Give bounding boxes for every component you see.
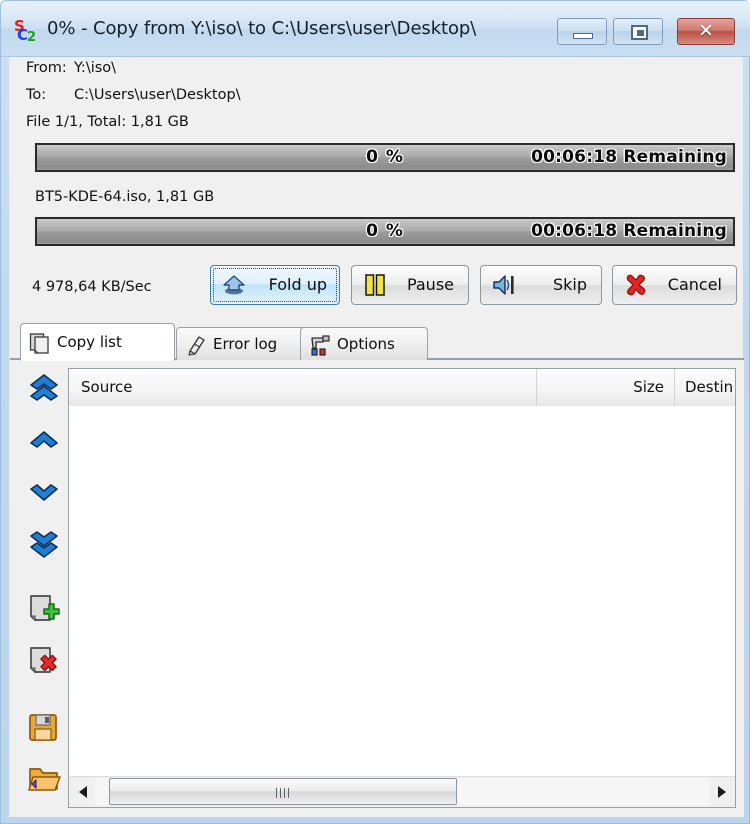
to-line: To: C:\Users\user\Desktop\ [26,87,241,103]
maximize-button[interactable] [613,18,663,45]
options-tools-icon [309,334,333,356]
tab-copy-list[interactable]: Copy list [20,323,175,361]
file-progress-bar: 0 % 00:06:18 Remaining [35,217,735,246]
horizontal-scrollbar[interactable] [69,776,735,807]
save-list-button[interactable] [24,708,64,748]
tab-error-log[interactable]: Error log [176,327,316,360]
move-to-top-button[interactable] [24,368,64,408]
from-label: From: [26,60,67,76]
pause-label: Pause [406,275,454,294]
file-progress-remaining: 00:06:18 Remaining [531,221,727,241]
copy-list-header: Source Size Destin [69,369,735,407]
pause-bars-icon [363,274,387,296]
current-file-name: BT5-KDE-64.iso, 1,81 GB [35,189,215,205]
tab-error-log-label: Error log [213,335,278,353]
transfer-speed: 4 978,64 KB/Sec [32,279,152,295]
scroll-thumb-grip-icon [276,788,290,798]
client-area: From: Y:\iso\ To: C:\Users\user\Desktop\ F… [9,57,744,817]
total-progress-remaining: 00:06:18 Remaining [531,147,727,167]
tab-strip: Copy list Error log Options [10,323,744,361]
add-file-button[interactable] [24,590,64,630]
minimize-button[interactable] [557,18,607,45]
remove-file-button[interactable] [24,642,64,682]
skip-next-icon [492,274,516,296]
horizontal-scroll-thumb[interactable] [109,778,457,805]
tab-options[interactable]: Options [300,327,428,360]
svg-text:2: 2 [27,30,36,42]
supercopier-sc2-icon: S C 2 [14,17,40,45]
column-header-size[interactable]: Size [537,369,675,406]
to-label: To: [26,87,47,103]
move-down-button[interactable] [24,472,64,512]
cancel-label: Cancel [667,275,722,294]
to-path: C:\Users\user\Desktop\ [74,87,241,103]
fold-up-arrow-icon [222,274,246,296]
pause-button[interactable]: Pause [351,265,469,305]
list-toolbar [24,368,68,808]
fold-up-label: Fold up [268,275,327,294]
tab-options-label: Options [337,335,395,353]
skip-label: Skip [552,275,587,294]
close-button[interactable]: ✕ [677,18,735,45]
window-title: 0% - Copy from Y:\iso\ to C:\Users\user\… [47,18,477,39]
close-icon: ✕ [698,20,714,42]
tab-page-copy-list: Source Size Destin [10,360,744,817]
copy-list-view[interactable]: Source Size Destin [68,368,736,808]
minimize-icon [573,33,593,39]
tab-copy-list-label: Copy list [57,333,122,351]
from-path: Y:\iso\ [74,60,117,76]
maximize-icon [631,25,648,40]
cancel-button[interactable]: Cancel [612,265,737,305]
scroll-right-arrow-icon[interactable] [709,777,733,806]
open-list-button[interactable] [24,760,64,800]
title-bar[interactable]: S C 2 0% - Copy from Y:\iso\ to C:\Users… [1,1,750,57]
fold-up-button[interactable]: Fold up [210,265,340,305]
error-log-note-icon [185,334,209,356]
file-summary: File 1/1, Total: 1,81 GB [26,114,189,130]
scrollbar-track[interactable] [95,778,709,805]
documents-stack-icon [29,332,53,354]
copy-list-body[interactable] [69,406,735,777]
skip-button[interactable]: Skip [480,265,602,305]
cancel-red-x-icon [624,274,648,296]
scroll-left-arrow-icon[interactable] [71,777,95,806]
column-header-destination[interactable]: Destin [675,369,737,406]
move-to-bottom-button[interactable] [24,524,64,564]
application-window: S C 2 0% - Copy from Y:\iso\ to C:\Users… [0,0,750,824]
from-line: From: Y:\iso\ [26,60,116,76]
total-progress-bar: 0 % 00:06:18 Remaining [35,143,735,172]
move-up-button[interactable] [24,420,64,460]
column-header-source[interactable]: Source [69,369,537,406]
